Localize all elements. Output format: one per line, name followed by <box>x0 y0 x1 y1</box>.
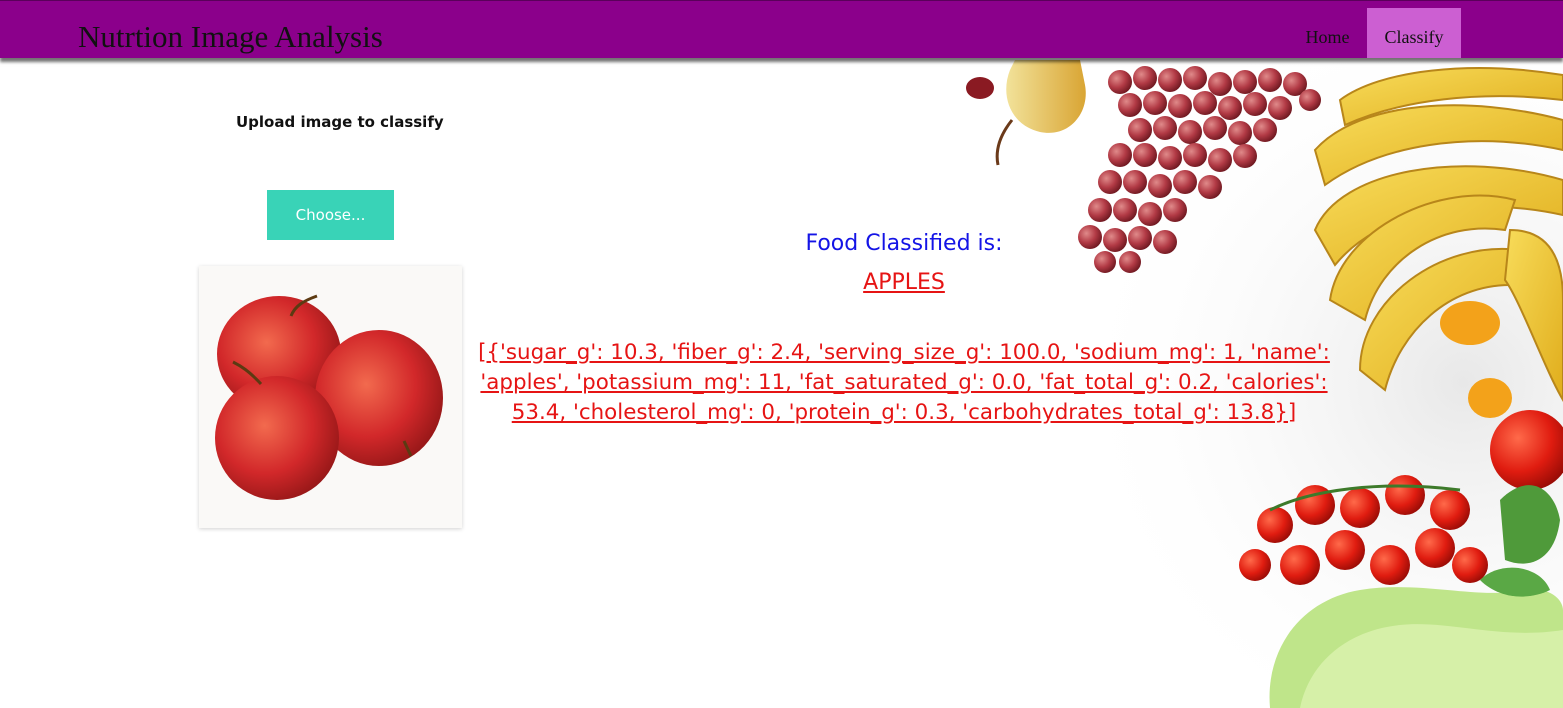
choose-file-button[interactable]: Choose... <box>267 190 394 240</box>
site-title[interactable]: Nutrtion Image Analysis <box>78 19 383 55</box>
nav-link-classify[interactable]: Classify <box>1367 8 1461 58</box>
red-apples-photo <box>215 294 443 500</box>
top-navbar: Nutrtion Image Analysis Home Classify <box>0 0 1563 58</box>
uploaded-image-preview <box>199 266 462 528</box>
nav-link-home[interactable]: Home <box>1290 8 1365 58</box>
result-heading: Food Classified is: <box>805 231 1003 256</box>
classified-food-name: APPLES <box>863 270 945 295</box>
nutrition-info-text: [{'sugar_g': 10.3, 'fiber_g': 2.4, 'serv… <box>478 340 1330 425</box>
upload-label: Upload image to classify <box>236 113 444 131</box>
